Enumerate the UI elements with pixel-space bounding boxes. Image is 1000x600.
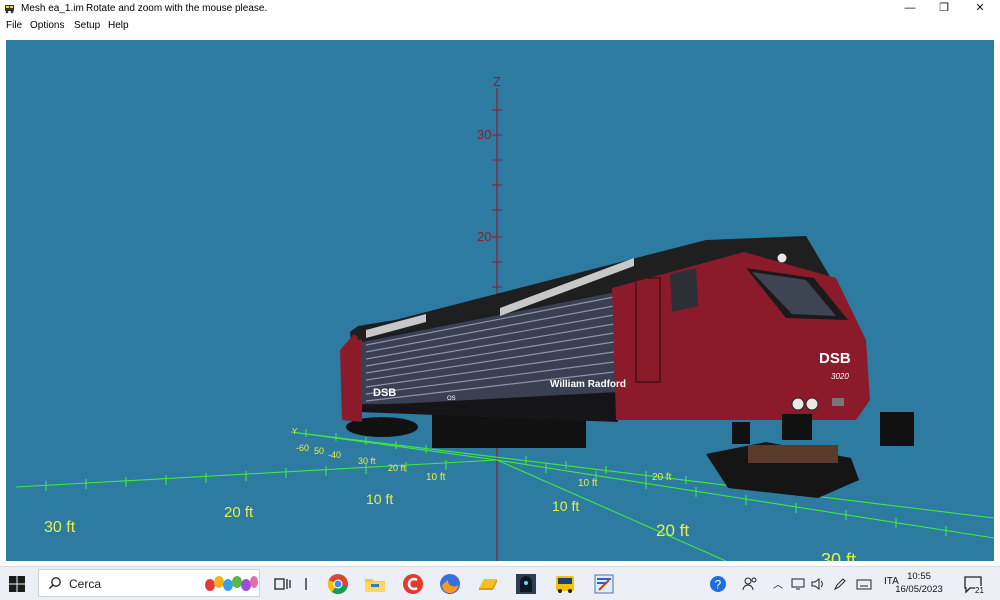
editor-app-icon[interactable] bbox=[592, 572, 616, 596]
grid-label-back-7: 10 ft bbox=[578, 478, 598, 489]
grid-label-front-4: 10 ft bbox=[552, 498, 579, 514]
notification-count: 21 bbox=[975, 586, 984, 595]
network-icon[interactable] bbox=[790, 576, 806, 592]
menu-setup[interactable]: Setup bbox=[74, 20, 100, 31]
grid-label-back-6: 10 ft bbox=[426, 472, 446, 483]
menu-file[interactable]: File bbox=[6, 20, 22, 31]
loco-side-logo: DSB bbox=[373, 387, 396, 399]
colorful-hands-icon bbox=[205, 576, 258, 591]
volume-icon[interactable] bbox=[810, 576, 826, 592]
grid-label-back-5: 20 ft bbox=[388, 463, 406, 473]
menu-bar: File Options Setup Help bbox=[0, 18, 1000, 34]
window-title: Mesh ea_1.im bbox=[21, 3, 84, 14]
close-button[interactable]: ✕ bbox=[962, 0, 998, 18]
search-icon bbox=[48, 577, 61, 590]
grid-label-back-2: 50 bbox=[314, 446, 324, 456]
clock-time: 10:55 bbox=[907, 571, 931, 582]
ccleaner-icon[interactable] bbox=[401, 572, 425, 596]
taskbar: Cerca ? ︿ ITA 10:55 16/05/2023 21 bbox=[0, 566, 1000, 600]
window-hint: Rotate and zoom with the mouse please. bbox=[86, 3, 268, 14]
help-icon[interactable]: ? bbox=[708, 574, 728, 594]
people-icon[interactable] bbox=[740, 574, 760, 594]
ground-grid bbox=[15, 429, 994, 561]
grid-label-back-3: -40 bbox=[328, 450, 341, 460]
firefox-icon[interactable] bbox=[438, 572, 462, 596]
task-view-icon[interactable] bbox=[270, 572, 294, 596]
taskbar-search-box[interactable]: Cerca bbox=[38, 569, 260, 597]
restore-button[interactable]: ❐ bbox=[926, 0, 962, 18]
svg-text:?: ? bbox=[715, 578, 722, 592]
bus-app-icon[interactable] bbox=[553, 572, 577, 596]
locomotive-model[interactable]: DSB OS William Radford DSB 3020 bbox=[340, 236, 914, 498]
loco-side-code: OS bbox=[447, 396, 456, 402]
menu-help[interactable]: Help bbox=[108, 20, 129, 31]
keyboard-icon[interactable] bbox=[856, 576, 872, 592]
clock[interactable]: 10:55 16/05/2023 bbox=[888, 570, 950, 596]
taskbar-separator-icon bbox=[305, 578, 307, 590]
grid-label-front-2: 20 ft bbox=[224, 504, 254, 521]
loco-number: 3020 bbox=[831, 372, 849, 381]
files-icon[interactable] bbox=[476, 572, 500, 596]
y-axis-label: Y bbox=[292, 427, 298, 436]
search-placeholder: Cerca bbox=[69, 577, 102, 591]
grid-label-back-4: 30 ft bbox=[358, 456, 376, 466]
game-app-icon[interactable] bbox=[514, 572, 538, 596]
grid-label-front-3: 10 ft bbox=[366, 491, 393, 507]
minimize-button[interactable]: — bbox=[892, 0, 928, 18]
z-tick-30: 30 bbox=[477, 127, 491, 142]
grid-label-front-6: 30 ft bbox=[821, 550, 856, 561]
grid-label-front-1: 30 ft bbox=[44, 519, 76, 536]
grid-label-back-1: -60 bbox=[296, 443, 309, 453]
title-bar: Mesh ea_1.im Rotate and zoom with the mo… bbox=[0, 0, 1000, 18]
file-explorer-icon[interactable] bbox=[363, 572, 387, 596]
clock-date: 16/05/2023 bbox=[895, 584, 943, 595]
chrome-icon[interactable] bbox=[326, 572, 350, 596]
3d-viewport[interactable]: Z 30 20 Y -60 50 -40 30 ft 20 ft 10 ft 1… bbox=[6, 40, 994, 561]
grid-label-back-8: 20 ft bbox=[652, 472, 672, 483]
z-axis-label: Z bbox=[493, 74, 501, 89]
loco-front-logo: DSB bbox=[819, 350, 851, 367]
windows-start-icon[interactable] bbox=[8, 575, 26, 593]
menu-options[interactable]: Options bbox=[30, 20, 64, 31]
pen-icon[interactable] bbox=[832, 576, 848, 592]
show-hidden-icons-chevron-icon[interactable]: ︿ bbox=[773, 576, 783, 591]
locomotive-app-icon bbox=[5, 5, 14, 14]
z-tick-20: 20 bbox=[477, 229, 491, 244]
grid-label-front-5: 20 ft bbox=[656, 521, 689, 540]
loco-name-plate: William Radford bbox=[550, 379, 626, 390]
